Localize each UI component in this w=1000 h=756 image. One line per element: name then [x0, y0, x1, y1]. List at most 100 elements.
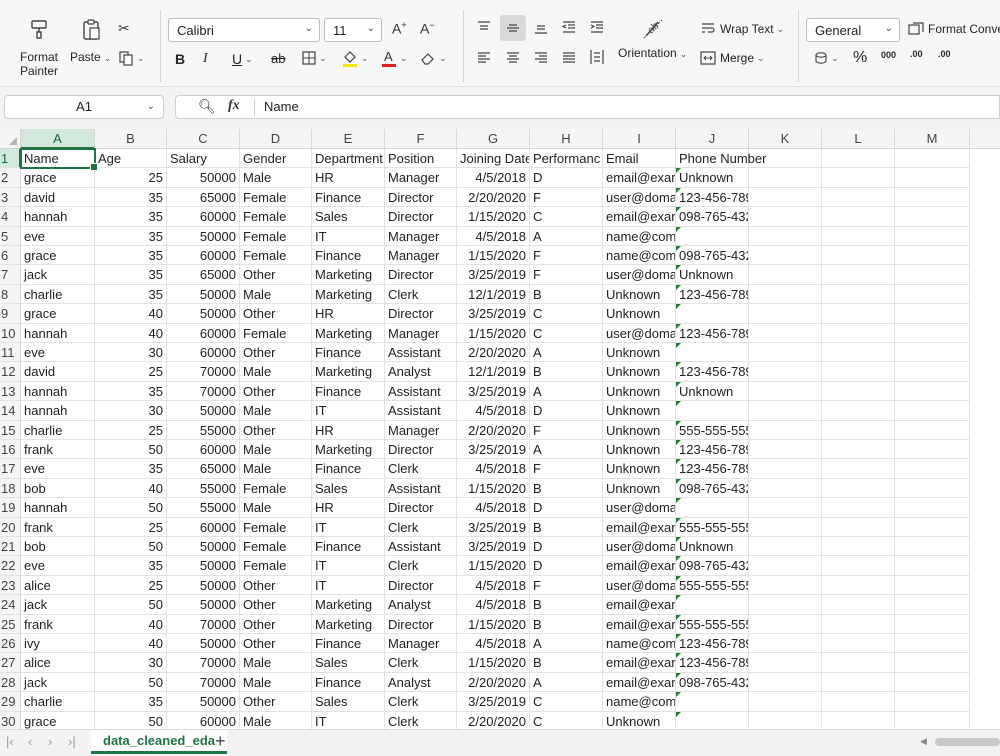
table-cell[interactable]: user@doma — [603, 575, 676, 596]
table-cell[interactable] — [822, 381, 895, 402]
row-header[interactable]: 1 — [0, 149, 21, 169]
header-cell[interactable]: Performanc — [530, 149, 603, 169]
column-header-f[interactable]: F — [385, 129, 457, 149]
table-cell[interactable] — [822, 653, 895, 673]
table-cell[interactable]: Clerk — [385, 459, 457, 479]
table-cell[interactable]: 123-456-7890 — [676, 634, 749, 654]
table-cell[interactable]: 50000 — [167, 537, 240, 557]
table-cell[interactable]: 25 — [95, 420, 167, 440]
table-cell[interactable]: 098-765-4321 — [676, 672, 749, 693]
table-cell[interactable]: bob — [21, 537, 95, 557]
table-cell[interactable]: 50000 — [167, 595, 240, 615]
table-cell[interactable]: email@exar — [603, 595, 676, 615]
table-cell[interactable]: A — [530, 343, 603, 363]
table-cell[interactable]: grace — [21, 304, 95, 324]
row-header[interactable]: 16 — [0, 440, 21, 460]
table-cell[interactable] — [749, 478, 822, 499]
column-header-e[interactable]: E — [312, 129, 385, 149]
table-cell[interactable]: 123-456-7890 — [676, 653, 749, 673]
table-cell[interactable] — [895, 459, 970, 479]
table-cell[interactable]: Male — [240, 672, 312, 693]
table-cell[interactable]: email@exar — [603, 672, 676, 693]
table-cell[interactable] — [822, 362, 895, 382]
table-cell[interactable] — [749, 246, 822, 266]
table-cell[interactable]: 4/5/2018 — [457, 401, 530, 421]
table-cell[interactable]: 40 — [95, 478, 167, 499]
column-header-k[interactable]: K — [749, 129, 822, 149]
table-cell[interactable]: 40 — [95, 614, 167, 634]
column-header-g[interactable]: G — [457, 129, 530, 149]
table-cell[interactable]: 555-555-5555 — [676, 614, 749, 634]
table-cell[interactable]: Assistant — [385, 343, 457, 363]
table-cell[interactable]: 50000 — [167, 304, 240, 324]
row-header[interactable]: 22 — [0, 556, 21, 576]
table-cell[interactable]: Other — [240, 595, 312, 615]
column-header-l[interactable]: L — [822, 129, 895, 149]
table-cell[interactable] — [749, 381, 822, 402]
table-cell[interactable]: 60000 — [167, 246, 240, 266]
sheet-tab[interactable]: data_cleaned_eda — [91, 730, 228, 754]
table-cell[interactable]: C — [530, 304, 603, 324]
table-cell[interactable] — [822, 459, 895, 479]
header-cell[interactable] — [822, 149, 895, 169]
table-cell[interactable]: grace — [21, 246, 95, 266]
table-cell[interactable]: Unknown — [603, 440, 676, 460]
table-cell[interactable]: Female — [240, 517, 312, 537]
row-header[interactable]: 25 — [0, 614, 21, 634]
table-cell[interactable] — [895, 304, 970, 324]
table-cell[interactable]: 50 — [95, 537, 167, 557]
number-format-select[interactable]: General ⌄ — [806, 18, 900, 42]
table-cell[interactable] — [749, 440, 822, 460]
table-cell[interactable]: Unknown — [676, 168, 749, 188]
decrease-indent-button[interactable] — [561, 20, 577, 34]
row-header[interactable]: 9 — [0, 304, 21, 324]
table-cell[interactable]: jack — [21, 672, 95, 693]
column-header-c[interactable]: C — [167, 129, 240, 149]
header-cell[interactable] — [749, 149, 822, 169]
table-cell[interactable]: B — [530, 517, 603, 537]
table-cell[interactable]: Unknown — [603, 459, 676, 479]
table-cell[interactable] — [822, 265, 895, 285]
table-cell[interactable]: C — [530, 207, 603, 227]
table-cell[interactable] — [676, 711, 749, 729]
row-header[interactable]: 30 — [0, 711, 21, 729]
table-cell[interactable]: email@exar — [603, 614, 676, 634]
row-header[interactable]: 3 — [0, 187, 21, 208]
table-cell[interactable]: D — [530, 168, 603, 188]
table-cell[interactable] — [749, 459, 822, 479]
table-cell[interactable]: Sales — [312, 478, 385, 499]
table-cell[interactable]: IT — [312, 517, 385, 537]
table-cell[interactable]: Assistant — [385, 401, 457, 421]
table-cell[interactable]: 55000 — [167, 498, 240, 518]
table-cell[interactable]: user@doma — [603, 537, 676, 557]
table-cell[interactable]: HR — [312, 304, 385, 324]
header-cell[interactable]: Phone Number — [676, 149, 766, 169]
table-cell[interactable] — [749, 556, 822, 576]
last-sheet-icon[interactable]: ›| — [68, 734, 76, 749]
table-cell[interactable] — [895, 672, 970, 693]
table-cell[interactable]: Finance — [312, 343, 385, 363]
table-cell[interactable]: name@com — [603, 246, 676, 266]
table-cell[interactable]: IT — [312, 575, 385, 596]
wrap-text-button[interactable]: Wrap Text ⌄ — [700, 22, 784, 36]
column-header-h[interactable]: H — [530, 129, 603, 149]
table-cell[interactable]: email@exar — [603, 168, 676, 188]
header-cell[interactable]: Age — [95, 149, 167, 169]
table-cell[interactable] — [895, 187, 970, 208]
table-cell[interactable]: alice — [21, 653, 95, 673]
row-header[interactable]: 10 — [0, 323, 21, 343]
table-cell[interactable] — [895, 498, 970, 518]
table-cell[interactable]: 70000 — [167, 381, 240, 402]
table-cell[interactable] — [749, 226, 822, 246]
table-cell[interactable] — [749, 284, 822, 305]
table-cell[interactable]: Manager — [385, 168, 457, 188]
table-cell[interactable]: D — [530, 498, 603, 518]
table-cell[interactable] — [822, 168, 895, 188]
table-cell[interactable]: 60000 — [167, 711, 240, 729]
table-cell[interactable]: 35 — [95, 381, 167, 402]
table-cell[interactable]: 60000 — [167, 207, 240, 227]
table-cell[interactable] — [895, 595, 970, 615]
table-cell[interactable]: 50000 — [167, 575, 240, 596]
table-cell[interactable]: A — [530, 226, 603, 246]
header-cell[interactable]: Name — [21, 149, 95, 169]
